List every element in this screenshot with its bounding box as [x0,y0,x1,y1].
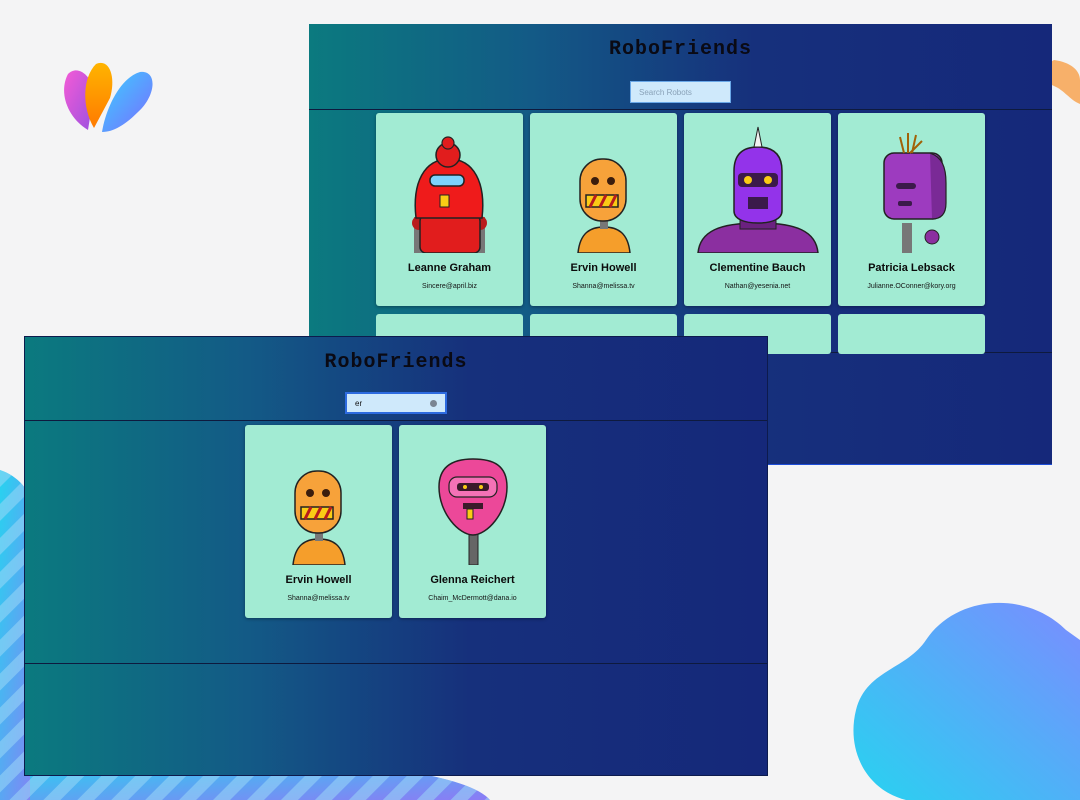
robot-card[interactable]: Glenna Reichert Chaim_McDermott@dana.io [399,425,546,618]
robot-name: Patricia Lebsack [868,262,955,274]
robot-name: Clementine Bauch [709,262,806,274]
robot-email: Shanna@melissa.tv [287,595,350,602]
robot-name: Ervin Howell [570,262,637,274]
robot-email: Chaim_McDermott@dana.io [428,595,517,602]
robot-avatar [292,470,346,565]
page-title: RoboFriends [324,351,468,374]
robot-name: Ervin Howell [285,574,352,586]
robot-avatar [412,136,487,253]
robot-card[interactable]: Patricia Lebsack Julianne.OConner@kory.o… [838,113,985,306]
robot-avatar [883,133,947,253]
robot-email: Julianne.OConner@kory.org [867,283,956,290]
robot-email: Sincere@april.biz [422,283,477,290]
search-input[interactable]: Search Robots [630,81,731,103]
search-placeholder: Search Robots [639,87,692,97]
header-divider [309,109,1052,110]
robot-avatar [697,126,819,253]
header-divider [25,420,767,421]
search-input[interactable]: er [345,392,447,414]
robot-avatar [577,158,631,253]
decor-blob-blue [853,602,1080,800]
robofriends-window-filtered: RoboFriends er Ervin Howell Shanna@melis… [24,336,768,776]
robot-avatar [438,458,508,565]
robot-card-partial[interactable] [838,314,985,354]
clear-search-icon[interactable] [430,400,437,407]
robot-email: Nathan@yesenia.net [724,283,791,290]
robot-card[interactable]: Ervin Howell Shanna@melissa.tv [245,425,392,618]
page-title: RoboFriends [608,38,753,61]
robot-card[interactable]: Ervin Howell Shanna@melissa.tv [530,113,677,306]
robot-card[interactable]: Clementine Bauch Nathan@yesenia.net [684,113,831,306]
app-logo [64,62,153,132]
robot-email: Shanna@melissa.tv [572,283,635,290]
content-divider [25,663,767,664]
search-value: er [355,398,363,408]
robot-name: Leanne Graham [407,262,492,274]
robot-card[interactable]: Leanne Graham Sincere@april.biz [376,113,523,306]
robot-name: Glenna Reichert [430,574,515,586]
